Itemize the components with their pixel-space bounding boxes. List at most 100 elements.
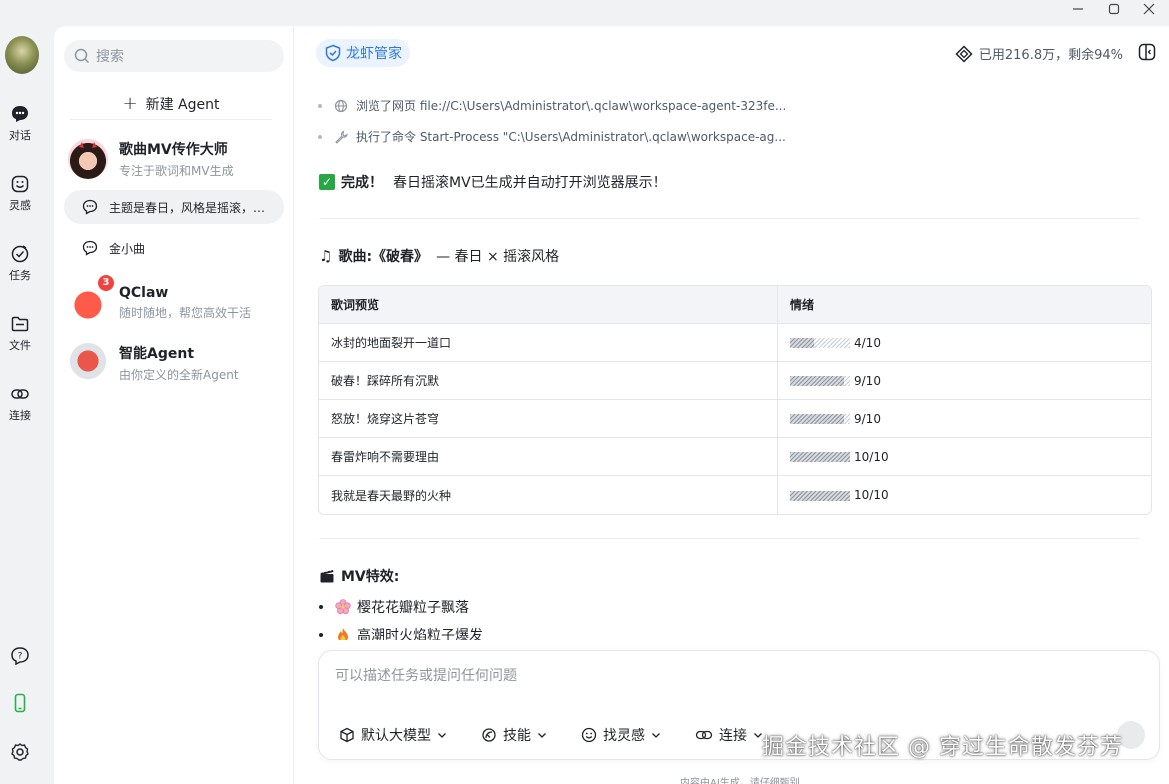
composer-toolbar: 默认大模型 技能 找灵感 连接 [339, 725, 797, 745]
tool-label: 技能 [503, 728, 531, 744]
chat-item-jinxiaoqu[interactable]: 金小曲 [64, 231, 284, 265]
emotion-meter-fill [790, 490, 850, 501]
emotion-score: 10/10 [854, 488, 889, 502]
step-item[interactable]: 浏览了网页 file://C:\Users\Administrator\.qcl… [318, 90, 786, 121]
minimize-icon[interactable] [1072, 3, 1084, 19]
agent-name: 歌曲MV传作大师 [119, 142, 228, 158]
shield-icon [325, 44, 341, 62]
agent-chip[interactable]: 龙虾管家 [316, 39, 410, 67]
panel-toggle-icon [1138, 43, 1156, 61]
close-icon[interactable] [1143, 3, 1155, 19]
unread-badge: 3 [98, 275, 114, 291]
emotion-meter [790, 376, 850, 386]
rail-item-tasks[interactable]: 任务 [0, 244, 40, 283]
rail-label: 任务 [9, 269, 31, 282]
emotion-meter-fill [790, 414, 844, 424]
table-row: 我就是春天最野的火种 10/10 [319, 476, 1151, 514]
emotion-meter-fill [790, 376, 844, 386]
emotion-meter [790, 338, 850, 348]
emotion-meter-fill [790, 452, 850, 462]
agent-item-qclaw[interactable]: 3 QClaw 随时随地，帮您高效干活 [68, 275, 283, 326]
skill-icon [481, 727, 497, 743]
rail-label: 文件 [9, 339, 31, 352]
column-header: 情绪 [778, 286, 1151, 324]
lyric-cell: 春雷炸响不需要理由 [319, 438, 778, 476]
usage-indicator[interactable]: 已用216.8万，剩余94% [955, 44, 1123, 63]
list-item-text: 樱花花瓣粒子飘落 [357, 600, 469, 616]
connect-selector[interactable]: 连接 [695, 725, 763, 745]
rail-item-connect[interactable]: 连接 [0, 384, 40, 423]
window-controls [1058, 0, 1169, 22]
done-text: 春日摇滚MV已生成并自动打开浏览器展示！ [393, 175, 667, 191]
agent-desc: 专注于歌词和MV生成 [119, 164, 234, 178]
step-text: 执行了命令 Start-Process "C:\Users\Administra… [356, 130, 786, 144]
emotion-score: 9/10 [854, 411, 881, 426]
search-icon [74, 48, 90, 64]
rail-item-inspiration[interactable]: 灵感 [0, 174, 40, 213]
list-item-text: 高潮时火焰粒子爆发 [357, 628, 483, 640]
settings-icon [11, 743, 29, 761]
tool-label: 连接 [719, 728, 747, 744]
chat-item-spring-rock[interactable]: 主题是春日，风格是摇滚，… [64, 190, 284, 224]
folder-icon [11, 316, 29, 332]
new-agent-label: 新建 Agent [145, 96, 220, 113]
search-box[interactable]: 搜索 [64, 40, 284, 72]
chevron-down-icon [651, 730, 661, 740]
step-item[interactable]: 执行了命令 Start-Process "C:\Users\Administra… [318, 121, 786, 152]
agent-name: QClaw [119, 285, 169, 301]
divider [319, 218, 1139, 219]
search-placeholder: 搜索 [96, 49, 124, 65]
check-box-icon: ✓ [319, 174, 335, 190]
table-row: 春雷炸响不需要理由 10/10 [319, 438, 1151, 476]
divider [319, 538, 1139, 539]
completion-message: ✓ 完成！ 春日摇滚MV已生成并自动打开浏览器展示！ [319, 172, 667, 192]
emotion-cell: 4/10 [778, 324, 1151, 362]
rail-label: 对话 [9, 129, 31, 142]
settings-button[interactable] [0, 742, 40, 762]
inspiration-selector[interactable]: 找灵感 [581, 725, 661, 745]
lyric-cell: 冰封的地面裂开一道口 [319, 324, 778, 362]
tool-label: 默认大模型 [361, 728, 431, 744]
help-icon: ? [11, 647, 29, 666]
lyrics-table: 歌词预览 情绪 冰封的地面裂开一道口 4/10 破春！踩碎所有沉默 9/10 怒放！烧穿… [318, 285, 1152, 515]
mv-effects-list: 樱花花瓣粒子飘落 高潮时火焰粒子爆发 [319, 595, 819, 640]
emotion-meter [790, 452, 850, 462]
plus-icon: + [122, 93, 138, 114]
tool-steps: 浏览了网页 file://C:\Users\Administrator\.qcl… [318, 90, 786, 152]
panel-toggle-button[interactable] [1137, 42, 1157, 66]
lyric-cell: 我就是春天最野的火种 [319, 476, 778, 514]
agent-name: 智能Agent [119, 346, 195, 362]
agent-item-smart[interactable]: 智能Agent 由你定义的全新Agent [68, 340, 283, 386]
step-dot [318, 103, 322, 108]
chat-main: 龙虾管家 已用216.8万，剩余94% 浏览了网页 file://C:\User… [294, 26, 1169, 784]
table-header-row: 歌词预览 情绪 [319, 286, 1151, 324]
help-button[interactable]: ? [0, 646, 40, 666]
emotion-cell: 10/10 [778, 438, 1151, 476]
emotion-meter [790, 490, 850, 501]
step-dot [318, 134, 322, 139]
agent-item-song-mv[interactable]: 歌曲MV传作大师 专注于歌词和MV生成 [68, 136, 283, 182]
new-agent-button[interactable]: + 新建 Agent [70, 88, 272, 120]
svg-text:?: ? [18, 652, 23, 662]
rail-label: 连接 [9, 409, 31, 422]
song-heading: ♫ 歌曲:《破春》 — 春日 × 摇滚风格 [319, 246, 559, 266]
cube-icon [339, 727, 355, 743]
agent-avatar [68, 139, 108, 179]
smile-icon [581, 727, 597, 743]
user-avatar[interactable] [5, 36, 39, 74]
maximize-icon[interactable] [1108, 3, 1120, 19]
emotion-score: 4/10 [854, 335, 881, 350]
model-selector[interactable]: 默认大模型 [339, 725, 447, 745]
chevron-down-icon [437, 730, 447, 740]
table-row: 冰封的地面裂开一道口 4/10 [319, 324, 1151, 362]
watermark: 掘金技术社区 @ 穿过生命散发芬芳 [762, 735, 1123, 760]
table-row: 怒放！烧穿这片苍穹 9/10 [319, 400, 1151, 438]
composer-input[interactable]: 可以描述任务或提问任何问题 [335, 665, 517, 685]
skills-selector[interactable]: 技能 [481, 725, 547, 745]
emotion-cell: 9/10 [778, 400, 1151, 438]
emotion-meter-fill [790, 338, 814, 348]
wrench-icon [334, 130, 348, 144]
phone-button[interactable] [0, 693, 40, 713]
rail-item-files[interactable]: 文件 [0, 314, 40, 353]
rail-item-chat[interactable]: 对话 [0, 104, 40, 143]
